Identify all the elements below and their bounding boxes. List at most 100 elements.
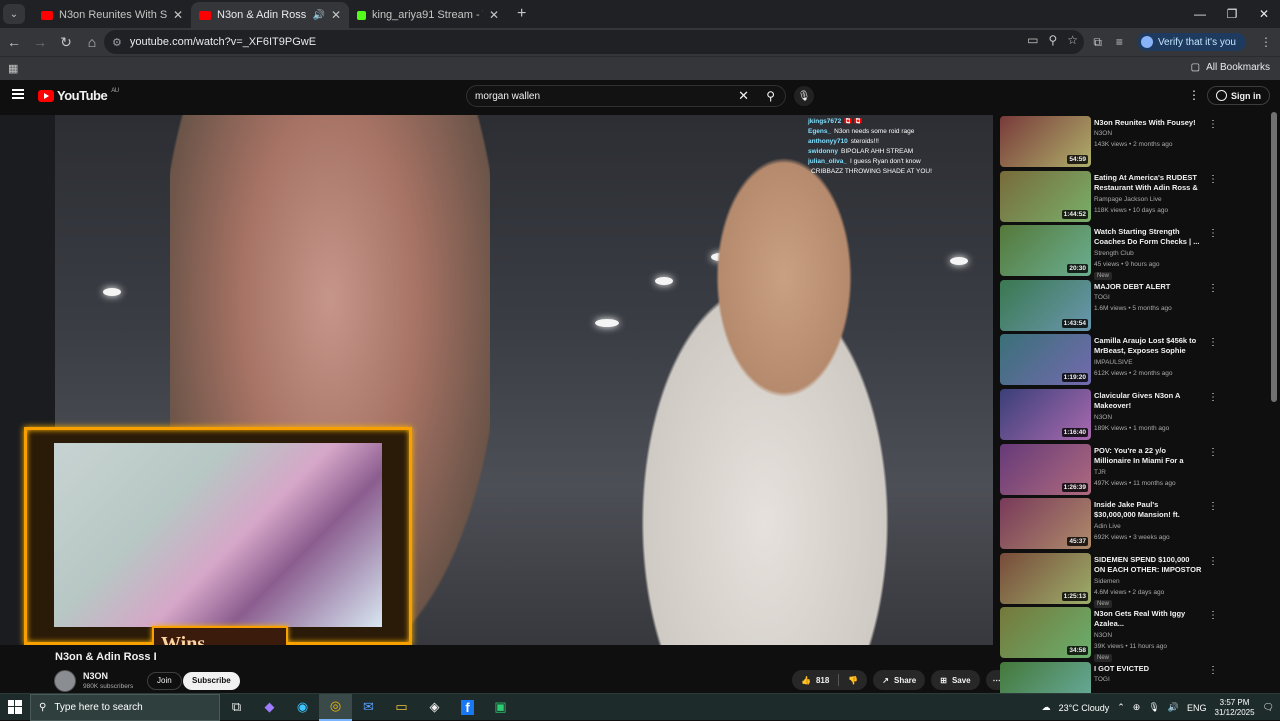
recommended-video[interactable]: 54:59 N3on Reunites With Fousey! N3ON 143K …	[1000, 116, 1230, 171]
volume-icon[interactable]: 🔊	[1168, 702, 1179, 713]
close-window-icon[interactable]: ✕	[1248, 0, 1280, 28]
video-title[interactable]: N3on Gets Real With Iggy Azalea...	[1094, 609, 1202, 629]
subscribe-button[interactable]: Subscribe	[183, 672, 240, 690]
video-thumbnail[interactable]: 45:37	[1000, 498, 1091, 550]
search-box[interactable]: morgan wallen ✕ ⚲	[466, 85, 786, 107]
back-icon[interactable]: ←	[2, 34, 26, 50]
search-icon[interactable]: ⚲	[766, 89, 775, 103]
more-options-icon[interactable]: ⋮	[1208, 665, 1218, 676]
guide-menu-icon[interactable]	[12, 89, 24, 99]
channel-name[interactable]: TJR	[1094, 469, 1106, 476]
video-thumbnail[interactable]: 1:16:40	[1000, 388, 1091, 440]
channel-name[interactable]: N3ON	[1094, 130, 1112, 137]
recommended-video[interactable]: 1:26:39 POV: You're a 22 y/o Millionaire …	[1000, 443, 1230, 499]
more-options-icon[interactable]: ⋮	[1208, 228, 1218, 239]
recommended-video[interactable]: 34:58 N3on Gets Real With Iggy Azalea... N…	[1000, 607, 1230, 663]
forward-icon[interactable]: →	[28, 34, 52, 50]
voice-search-icon[interactable]: 🎙	[794, 86, 814, 106]
video-thumbnail[interactable]: 1:19:20	[1000, 334, 1091, 386]
video-thumbnail[interactable]: 54:59	[1000, 116, 1091, 167]
weather-text[interactable]: 23°C Cloudy	[1059, 703, 1110, 713]
video-title[interactable]: Watch Starting Strength Coaches Do Form …	[1094, 227, 1202, 247]
recommended-video[interactable]: 1:16:40 Clavicular Gives N3on A Makeover!…	[1000, 388, 1230, 444]
video-title[interactable]: I GOT EVICTED	[1094, 664, 1202, 674]
settings-menu-icon[interactable]: ⋮	[1188, 88, 1200, 102]
channel-avatar[interactable]	[54, 670, 76, 692]
recommended-video[interactable]: 20:30 Watch Starting Strength Coaches Do …	[1000, 225, 1230, 281]
tab-2[interactable]: N3on & Adin Ross Meet The 🔊 ✕	[191, 2, 349, 28]
recommended-video[interactable]: 1:44:52 Eating At America's RUDEST Restau…	[1000, 170, 1230, 226]
network-icon[interactable]: ⊕	[1133, 702, 1141, 713]
bookmark-star-icon[interactable]: ☆	[1067, 33, 1078, 47]
video-thumbnail[interactable]: 1:25:13	[1000, 552, 1091, 604]
sign-in-button[interactable]: Sign in	[1207, 86, 1270, 105]
search-input[interactable]: morgan wallen	[475, 91, 540, 102]
video-title[interactable]: SIDEMEN SPEND $100,000 ON EACH OTHER: IM…	[1094, 555, 1202, 575]
copilot-icon[interactable]: ◆	[253, 694, 286, 721]
video-thumbnail[interactable]: 34:58	[1000, 607, 1091, 659]
clock[interactable]: 3:57 PM 31/12/2025	[1215, 698, 1255, 718]
show-hidden-icons-icon[interactable]: ⌃	[1117, 702, 1125, 713]
recommended-video[interactable]: 1:19:20 Camilla Araujo Lost $456k to MrBe…	[1000, 334, 1230, 389]
channel-name[interactable]: Sidemen	[1094, 578, 1120, 585]
media-control-icon[interactable]: ≡	[1116, 35, 1123, 49]
facebook-icon[interactable]: f	[451, 694, 484, 721]
file-explorer-icon[interactable]: ▭	[385, 694, 418, 721]
channel-name[interactable]: IMPAULSIVE	[1094, 359, 1133, 366]
video-thumbnail[interactable]: 1:44:52	[1000, 170, 1091, 222]
more-options-icon[interactable]: ⋮	[1208, 447, 1218, 458]
app-icon[interactable]: ▣	[484, 694, 517, 721]
recommended-video[interactable]: 1:25:13 SIDEMEN SPEND $100,000 ON EACH OT…	[1000, 552, 1230, 608]
taskbar-search[interactable]: ⚲ Type here to search	[30, 693, 220, 721]
video-title[interactable]: Inside Jake Paul's $30,000,000 Mansion! …	[1094, 500, 1202, 520]
language-indicator[interactable]: ENG	[1187, 703, 1207, 713]
edge-icon[interactable]: ◉	[286, 694, 319, 721]
browser-menu-icon[interactable]: ⋮	[1260, 35, 1272, 49]
more-options-icon[interactable]: ⋮	[1208, 337, 1218, 348]
join-button[interactable]: Join	[147, 672, 182, 690]
reload-icon[interactable]: ↻	[54, 34, 78, 51]
more-options-icon[interactable]: ⋮	[1208, 119, 1218, 130]
video-player[interactable]: jkings7672 🇨🇦 🇨🇦 Egens_ N3on needs some ro…	[0, 115, 993, 645]
like-button[interactable]: 👍 818 👎	[792, 670, 868, 690]
close-tab-icon[interactable]: ✕	[331, 8, 341, 22]
recommended-video[interactable]: 1:43:54 MAJOR DEBT ALERT TOGI 1.6M views • …	[1000, 279, 1230, 335]
more-options-icon[interactable]: ⋮	[1208, 501, 1218, 512]
video-title[interactable]: N3on Reunites With Fousey!	[1094, 118, 1202, 128]
notifications-icon[interactable]: 🗨	[1263, 702, 1274, 713]
clear-search-icon[interactable]: ✕	[738, 88, 749, 104]
video-thumbnail[interactable]: 1:43:54	[1000, 279, 1091, 331]
minimize-icon[interactable]: —	[1184, 0, 1216, 28]
new-tab-button[interactable]: +	[517, 5, 526, 23]
audio-playing-icon[interactable]: 🔊	[312, 10, 324, 21]
verify-profile-button[interactable]: Verify that it's you	[1136, 33, 1246, 51]
more-options-icon[interactable]: ⋮	[1208, 174, 1218, 185]
thumbs-down-icon[interactable]: 👎	[848, 676, 858, 685]
channel-name[interactable]: TOGI	[1094, 676, 1110, 683]
video-thumbnail[interactable]: 20:30	[1000, 225, 1091, 277]
tab-3[interactable]: king_ariya91 Stream - Watch Live ✕	[349, 2, 507, 28]
share-button[interactable]: ↗ Share	[873, 670, 926, 690]
restore-icon[interactable]: ❐	[1216, 0, 1248, 28]
site-info-icon[interactable]: ⚙	[112, 36, 122, 49]
channel-name[interactable]: N3ON	[83, 671, 108, 681]
recommended-video[interactable]: 45:37 Inside Jake Paul's $30,000,000 Mans…	[1000, 498, 1230, 553]
home-icon[interactable]: ⌂	[80, 34, 104, 50]
game-icon[interactable]: ◈	[418, 694, 451, 721]
all-bookmarks-button[interactable]: ▢ All Bookmarks	[1191, 62, 1270, 73]
video-title[interactable]: Clavicular Gives N3on A Makeover!	[1094, 391, 1202, 411]
channel-name[interactable]: Adin Live	[1094, 523, 1121, 530]
mail-icon[interactable]: ✉	[352, 694, 385, 721]
close-tab-icon[interactable]: ✕	[489, 8, 499, 22]
youtube-logo[interactable]: YouTube AU	[38, 88, 119, 103]
extensions-icon[interactable]: ⧉	[1093, 35, 1102, 50]
save-button[interactable]: ⊞ Save	[931, 670, 980, 690]
cast-icon[interactable]: ▭	[1027, 33, 1038, 47]
zoom-icon[interactable]: ⚲	[1048, 33, 1057, 47]
channel-name[interactable]: TOGI	[1094, 294, 1110, 301]
chrome-icon[interactable]: ◎	[319, 693, 352, 721]
video-title[interactable]: Camilla Araujo Lost $456k to MrBeast, Ex…	[1094, 336, 1202, 356]
channel-name[interactable]: Rampage Jackson Live	[1094, 196, 1162, 203]
video-title[interactable]: POV: You're a 22 y/o Millionaire In Miam…	[1094, 446, 1202, 466]
more-options-icon[interactable]: ⋮	[1208, 610, 1218, 621]
